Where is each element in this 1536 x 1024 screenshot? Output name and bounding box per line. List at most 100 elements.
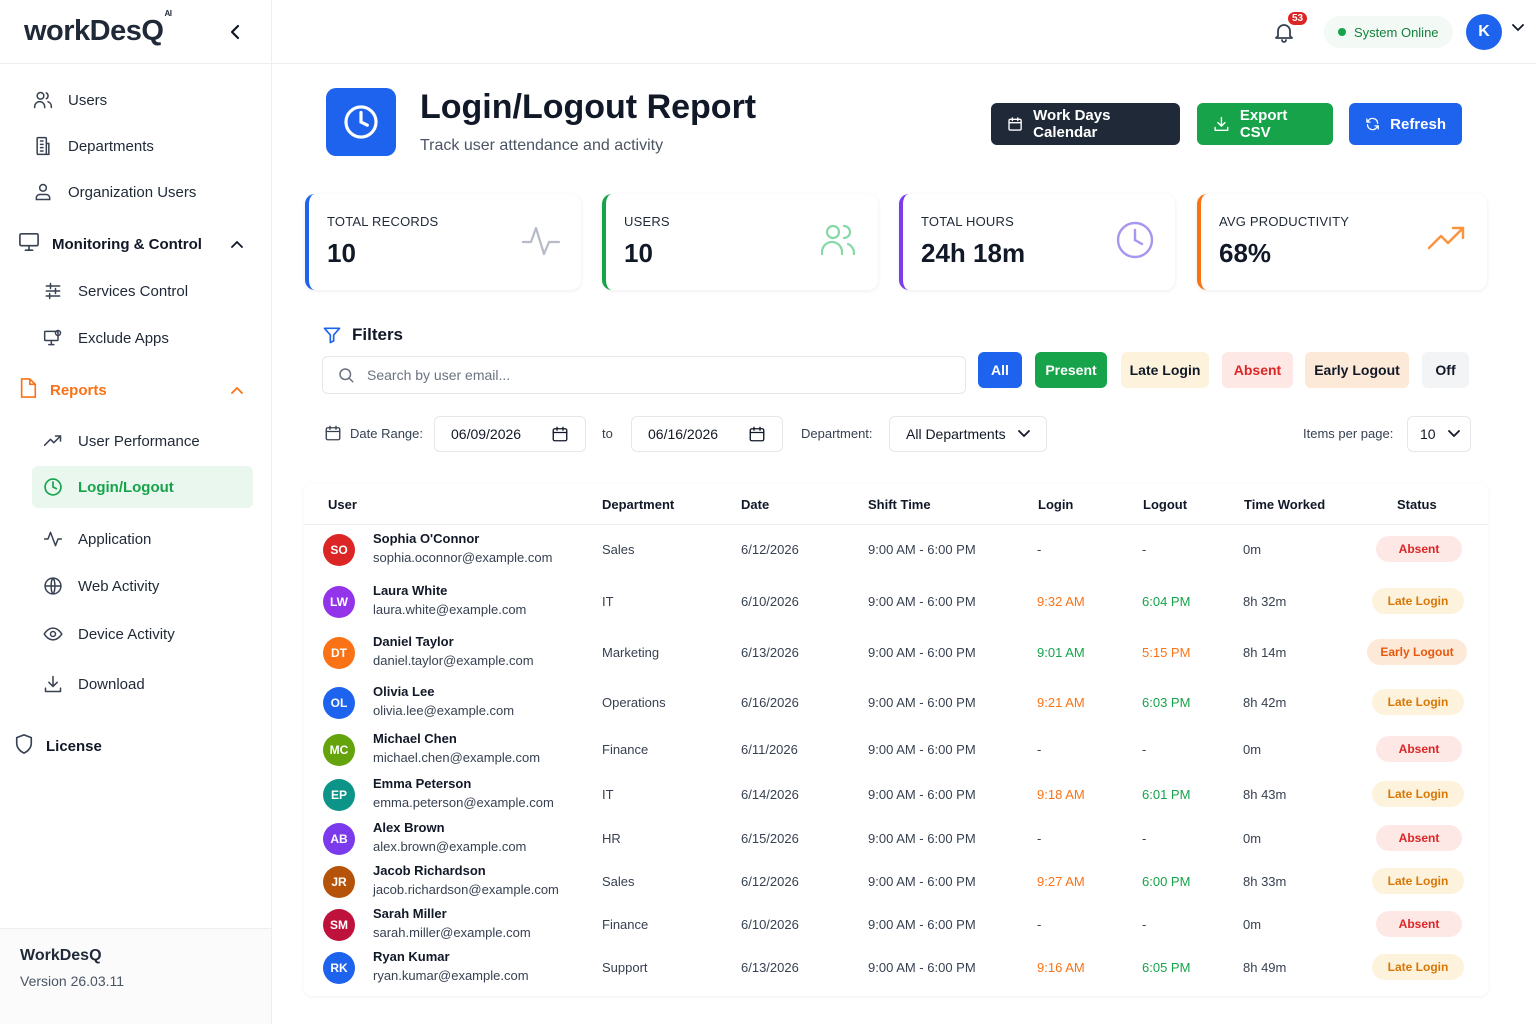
- sidebar-item-exclude-apps[interactable]: Exclude Apps: [42, 318, 253, 358]
- globe-icon: [42, 575, 64, 597]
- search-input[interactable]: [367, 367, 927, 383]
- user-avatar: AB: [323, 823, 355, 855]
- column-header-user[interactable]: User: [328, 497, 357, 512]
- stat-label: USERS: [624, 214, 670, 229]
- date-cell: 6/14/2026: [741, 787, 799, 802]
- sidebar-section-monitoring[interactable]: Monitoring & Control: [18, 224, 253, 264]
- table-row[interactable]: SM Sarah Miller sarah.miller@example.com Fi…: [304, 903, 1488, 947]
- user-avatar[interactable]: K: [1466, 14, 1502, 50]
- button-label: Refresh: [1390, 115, 1446, 133]
- column-header-status[interactable]: Status: [1397, 497, 1437, 512]
- user-avatar: SO: [323, 534, 355, 566]
- sidebar-item-download[interactable]: Download: [42, 664, 253, 704]
- sidebar-item-services-control[interactable]: Services Control: [42, 271, 253, 311]
- date-to-input[interactable]: 06/16/2026: [631, 416, 783, 452]
- filter-chip-absent[interactable]: Absent: [1222, 352, 1293, 388]
- shift-time-cell: 9:00 AM - 6:00 PM: [868, 542, 976, 557]
- table-row[interactable]: SO Sophia O'Connor sophia.oconnor@example.…: [304, 528, 1488, 572]
- refresh-button[interactable]: Refresh: [1349, 103, 1462, 145]
- date-to-value: 06/16/2026: [648, 426, 719, 442]
- search-field[interactable]: [322, 356, 966, 394]
- time-worked-cell: 8h 49m: [1243, 960, 1287, 975]
- app-logo[interactable]: workDesQ AI: [24, 9, 172, 48]
- user-avatar: SM: [323, 909, 355, 941]
- date-from-input[interactable]: 06/09/2026: [434, 416, 586, 452]
- filter-chip-all[interactable]: All: [978, 352, 1022, 388]
- stat-value: 24h 18m: [921, 238, 1026, 268]
- table-row[interactable]: OL Olivia Lee olivia.lee@example.com Operat…: [304, 681, 1488, 725]
- chevron-down-icon[interactable]: [1512, 24, 1524, 32]
- user-name: Michael Chen: [373, 731, 457, 746]
- column-header-logout[interactable]: Logout: [1143, 497, 1187, 512]
- filters-label: Filters: [352, 325, 404, 344]
- user-name: Sophia O'Connor: [373, 531, 480, 546]
- clock-icon: [344, 105, 378, 139]
- activity-icon: [521, 226, 561, 256]
- user-email: alex.brown@example.com: [373, 839, 527, 854]
- column-header-department[interactable]: Department: [602, 497, 674, 512]
- items-per-page-value: 10: [1420, 426, 1436, 442]
- sidebar-item-license[interactable]: License: [14, 726, 253, 766]
- logout-time-cell: 6:05 PM: [1142, 960, 1191, 975]
- footer-app-name: WorkDesQ: [20, 947, 102, 964]
- login-time-cell: -: [1037, 542, 1042, 557]
- table-row[interactable]: JR Jacob Richardson jacob.richardson@examp…: [304, 860, 1488, 904]
- department-cell: Sales: [602, 542, 635, 557]
- department-cell: HR: [602, 831, 621, 846]
- sidebar-item-login-logout[interactable]: Login/Logout: [32, 466, 253, 508]
- time-worked-cell: 0m: [1243, 917, 1262, 932]
- page-title: Login/Logout Report: [420, 88, 757, 126]
- department-label: Department:: [801, 426, 873, 441]
- date-cell: 6/10/2026: [741, 594, 799, 609]
- filter-chip-early-logout[interactable]: Early Logout: [1305, 352, 1409, 388]
- logout-time-cell: 6:04 PM: [1142, 594, 1191, 609]
- sidebar-collapse-button[interactable]: [225, 22, 245, 42]
- filter-chip-present[interactable]: Present: [1035, 352, 1107, 388]
- table-row[interactable]: EP Emma Peterson emma.peterson@example.com…: [304, 773, 1488, 817]
- items-per-page-label: Items per page:: [1303, 426, 1394, 441]
- user-email: jacob.richardson@example.com: [373, 882, 559, 897]
- sidebar-item-web-activity[interactable]: Web Activity: [42, 566, 253, 606]
- refresh-icon: [1366, 117, 1379, 131]
- export-csv-button[interactable]: Export CSV: [1197, 103, 1333, 145]
- shift-time-cell: 9:00 AM - 6:00 PM: [868, 917, 976, 932]
- items-per-page-select[interactable]: 10: [1407, 416, 1471, 452]
- column-header-date[interactable]: Date: [741, 497, 769, 512]
- table-row[interactable]: LW Laura White laura.white@example.com IT 6/…: [304, 580, 1488, 624]
- department-value: All Departments: [906, 426, 1006, 442]
- org-users-icon: [32, 181, 54, 203]
- table-row[interactable]: AB Alex Brown alex.brown@example.com HR 6/15…: [304, 817, 1488, 861]
- logout-time-cell: 5:15 PM: [1142, 645, 1191, 660]
- table-row[interactable]: MC Michael Chen michael.chen@example.com Fi…: [304, 728, 1488, 772]
- status-badge: Late Login: [1372, 781, 1464, 807]
- date-cell: 6/12/2026: [741, 542, 799, 557]
- sidebar-item-user-performance[interactable]: User Performance: [42, 421, 253, 461]
- logo-text: workDesQ: [24, 15, 164, 47]
- user-avatar: OL: [323, 687, 355, 719]
- date-cell: 6/13/2026: [741, 645, 799, 660]
- filter-chip-late-login[interactable]: Late Login: [1121, 352, 1209, 388]
- chevron-up-icon: [231, 240, 243, 248]
- column-header-time-worked[interactable]: Time Worked: [1244, 497, 1325, 512]
- sidebar-item-application[interactable]: Application: [42, 519, 253, 559]
- time-worked-cell: 8h 32m: [1243, 594, 1287, 609]
- user-avatar: EP: [323, 779, 355, 811]
- users-icon: [32, 89, 54, 111]
- sidebar-item-device-activity[interactable]: Device Activity: [42, 614, 253, 654]
- sidebar-item-users[interactable]: Users: [32, 80, 253, 120]
- column-header-shift-time[interactable]: Shift Time: [868, 497, 931, 512]
- time-worked-cell: 8h 42m: [1243, 695, 1287, 710]
- table-row[interactable]: RK Ryan Kumar ryan.kumar@example.com Suppor…: [304, 946, 1488, 990]
- sidebar-item-label: Download: [78, 675, 145, 693]
- sidebar-section-reports[interactable]: Reports: [18, 370, 253, 410]
- sidebar-item-departments[interactable]: Departments: [32, 126, 253, 166]
- user-name: Olivia Lee: [373, 684, 435, 699]
- eye-icon: [42, 623, 64, 645]
- department-select[interactable]: All Departments: [889, 416, 1047, 452]
- filter-chip-off[interactable]: Off: [1422, 352, 1469, 388]
- time-worked-cell: 0m: [1243, 742, 1262, 757]
- table-row[interactable]: DT Daniel Taylor daniel.taylor@example.com…: [304, 631, 1488, 675]
- sidebar-item-organization-users[interactable]: Organization Users: [32, 172, 253, 212]
- work-days-calendar-button[interactable]: Work Days Calendar: [991, 103, 1180, 145]
- column-header-login[interactable]: Login: [1038, 497, 1073, 512]
